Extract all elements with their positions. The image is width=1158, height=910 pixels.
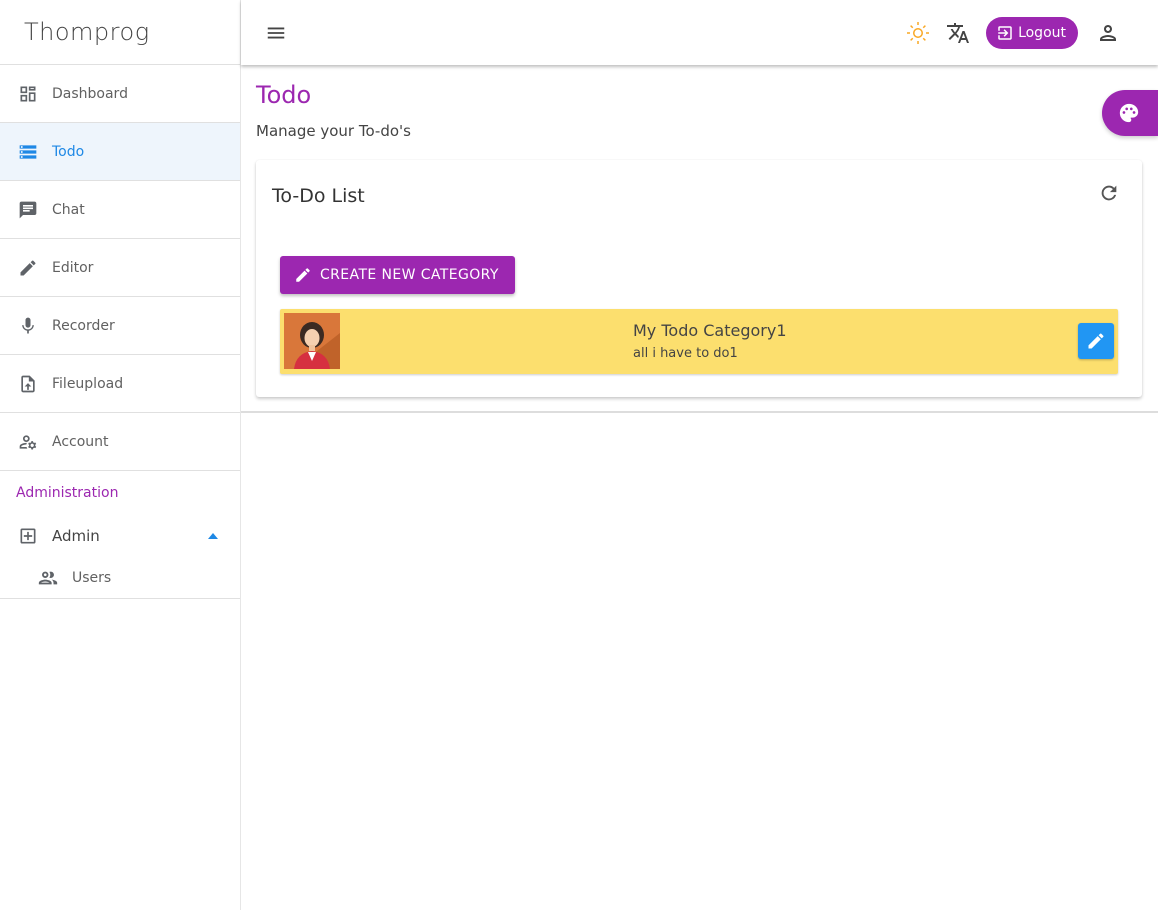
edit-category-button[interactable] (1078, 323, 1114, 359)
sidebar-item-todo[interactable]: Todo (0, 123, 240, 181)
palette-icon (1119, 103, 1139, 123)
sidebar-item-account[interactable]: Account (0, 413, 240, 471)
page-title: Todo (256, 81, 312, 109)
top-actions: Logout (890, 16, 1158, 49)
logout-button[interactable]: Logout (986, 16, 1078, 49)
card-title: To-Do List (272, 185, 365, 207)
pencil-icon (1088, 333, 1104, 349)
sidebar-item-label: Admin (52, 527, 100, 545)
sidebar-item-chat[interactable]: Chat (0, 181, 240, 239)
sidebar-item-label: Todo (52, 143, 85, 160)
content-divider (241, 411, 1158, 413)
sidebar-item-label: Chat (52, 201, 85, 218)
sidebar: Thomprog Dashboard Todo Chat Editor Reco… (0, 0, 241, 910)
logout-icon (998, 25, 1012, 40)
sidebar-item-label: Users (72, 569, 112, 586)
sidebar-item-recorder[interactable]: Recorder (0, 297, 240, 355)
category-description: all i have to do1 (633, 346, 738, 361)
sidebar-item-label: Dashboard (52, 85, 128, 102)
sidebar-item-users[interactable]: Users (0, 557, 240, 599)
refresh-icon[interactable] (1098, 182, 1120, 204)
plus-box-icon (18, 526, 38, 546)
sidebar-item-label: Fileupload (52, 375, 124, 392)
menu-icon[interactable] (265, 22, 287, 44)
top-bar: Logout (241, 0, 1158, 65)
theme-palette-button[interactable] (1102, 90, 1158, 136)
pencil-icon (296, 268, 310, 282)
list-icon (18, 142, 38, 162)
todo-card: To-Do List CREATE NEW CATEGORY My Todo C… (256, 160, 1142, 397)
sidebar-item-editor[interactable]: Editor (0, 239, 240, 297)
translate-icon[interactable] (946, 21, 970, 45)
sidebar-item-label: Account (52, 433, 109, 450)
sidebar-item-fileupload[interactable]: Fileupload (0, 355, 240, 413)
users-icon (37, 567, 59, 589)
page-subtitle: Manage your To-do's (256, 122, 411, 140)
sun-icon[interactable] (906, 21, 930, 45)
sidebar-item-dashboard[interactable]: Dashboard (0, 65, 240, 123)
sidebar-item-admin[interactable]: Admin (0, 515, 240, 557)
caret-up-icon[interactable] (208, 533, 218, 539)
sidebar-item-label: Editor (52, 259, 94, 276)
pencil-icon (18, 258, 38, 278)
section-administration: Administration (16, 485, 119, 501)
microphone-icon (18, 316, 38, 336)
brand-title: Thomprog (0, 0, 240, 65)
avatar (284, 313, 340, 369)
sidebar-item-label: Recorder (52, 317, 115, 334)
create-category-label: CREATE NEW CATEGORY (320, 267, 499, 283)
account-settings-icon (18, 432, 38, 452)
file-upload-icon (18, 374, 38, 394)
dashboard-icon (18, 84, 38, 104)
create-category-button[interactable]: CREATE NEW CATEGORY (280, 256, 515, 294)
category-name: My Todo Category1 (633, 321, 787, 340)
chat-icon (18, 200, 38, 220)
category-item[interactable]: My Todo Category1 all i have to do1 (280, 309, 1118, 374)
user-icon[interactable] (1096, 21, 1120, 45)
logout-label: Logout (1018, 24, 1066, 41)
